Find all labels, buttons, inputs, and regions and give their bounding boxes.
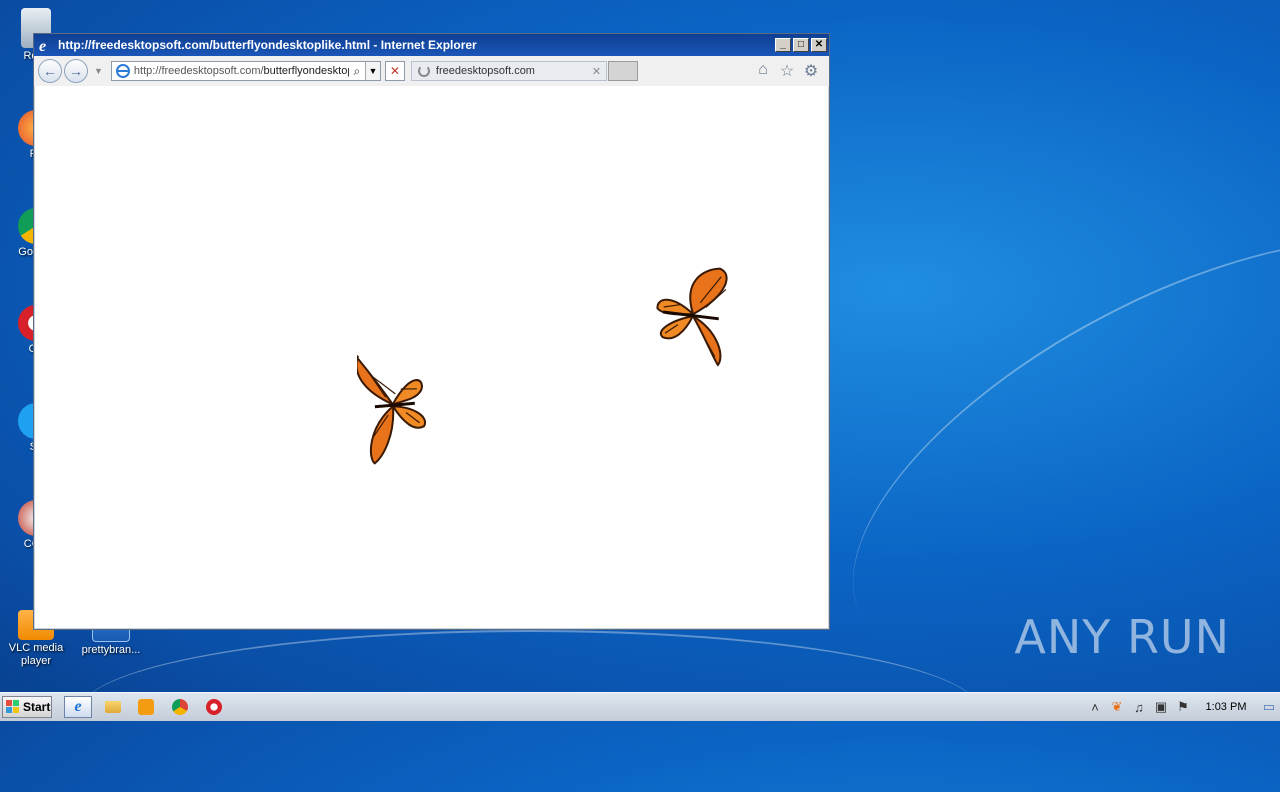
show-desktop-icon[interactable]: ▭ [1258, 699, 1280, 715]
desktop-icon-label: prettybran... [81, 644, 141, 656]
address-path: butterflyondesktop [263, 65, 349, 77]
watermark-text: ANY RUN [1014, 610, 1230, 664]
taskbar-app-media-player[interactable] [132, 696, 160, 718]
search-icon[interactable]: ⌕ [349, 64, 365, 79]
butterfly-icon [656, 267, 728, 367]
ie-icon: e [39, 38, 46, 53]
windows-flag-icon [6, 700, 19, 713]
toolbar-right: ⌂ ☆ ⚙ [751, 61, 829, 81]
maximize-button[interactable]: □ [793, 38, 809, 52]
window-titlebar[interactable]: e http://freedesktopsoft.com/butterflyon… [34, 34, 829, 56]
butterfly-icon [357, 353, 427, 465]
anyrun-watermark: ANY RUN [1014, 610, 1230, 664]
ie-icon: e [74, 698, 82, 715]
taskbar-app-chrome[interactable] [166, 696, 194, 718]
address-bar[interactable]: http://freedesktopsoft.com/butterflyonde… [110, 61, 381, 81]
taskbar: Start e ˄ ❦ ♫ ▣ ⚑ 1:03 PM ▭ [0, 692, 1280, 721]
chevron-up-icon[interactable]: ˄ [1084, 700, 1106, 715]
page-content [35, 86, 828, 628]
taskbar-app-explorer[interactable] [99, 696, 127, 718]
close-icon: ✕ [389, 64, 400, 78]
taskbar-app-opera[interactable] [200, 696, 228, 718]
action-center-flag-icon[interactable]: ⚑ [1172, 699, 1194, 715]
address-dropdown-icon[interactable]: ▼ [364, 62, 380, 80]
arrow-right-icon: → [69, 63, 83, 79]
tab-label: freedesktopsoft.com [435, 65, 535, 77]
opera-icon [206, 699, 222, 715]
taskbar-app-ie[interactable]: e [64, 696, 92, 718]
navigation-bar: ← → ▼ http://freedesktopsoft.com/butterf… [34, 56, 829, 87]
stop-button[interactable]: ✕ [384, 61, 405, 81]
start-label: Start [23, 700, 51, 714]
loading-spinner-icon [417, 65, 430, 77]
home-icon[interactable]: ⌂ [751, 61, 775, 81]
network-icon[interactable]: ▣ [1150, 699, 1172, 715]
start-button[interactable]: Start [2, 696, 52, 718]
desktop-icon-label: VLC media player [8, 642, 64, 667]
system-tray: ˄ ❦ ♫ ▣ ⚑ 1:03 PM ▭ [1084, 693, 1280, 721]
clock[interactable]: 1:03 PM [1194, 701, 1258, 713]
ie-page-icon [115, 64, 130, 78]
close-button[interactable]: ✕ [811, 38, 827, 52]
settings-gear-icon[interactable]: ⚙ [799, 61, 823, 81]
minimize-button[interactable]: _ [775, 38, 791, 52]
browser-tab[interactable]: freedesktopsoft.com ✕ [410, 61, 607, 81]
new-tab-button[interactable] [607, 61, 638, 81]
history-dropdown-icon[interactable]: ▼ [94, 66, 103, 76]
ie-window[interactable]: e http://freedesktopsoft.com/butterflyon… [33, 33, 830, 630]
butterfly-tray-icon[interactable]: ❦ [1106, 699, 1128, 715]
forward-button[interactable]: → [64, 59, 88, 83]
svg-text:e: e [39, 38, 46, 53]
window-title: http://freedesktopsoft.com/butterflyonde… [58, 38, 477, 52]
arrow-left-icon: ← [43, 63, 57, 79]
explorer-icon [105, 701, 121, 713]
address-host: http://freedesktopsoft.com/ [133, 65, 264, 77]
volume-icon[interactable]: ♫ [1128, 700, 1150, 715]
address-url[interactable]: http://freedesktopsoft.com/butterflyonde… [134, 65, 349, 77]
back-button[interactable]: ← [38, 59, 62, 83]
favorites-star-icon[interactable]: ☆ [775, 61, 799, 81]
media-player-icon [138, 699, 154, 715]
chrome-icon [172, 699, 188, 715]
tab-close-icon[interactable]: ✕ [592, 65, 606, 78]
